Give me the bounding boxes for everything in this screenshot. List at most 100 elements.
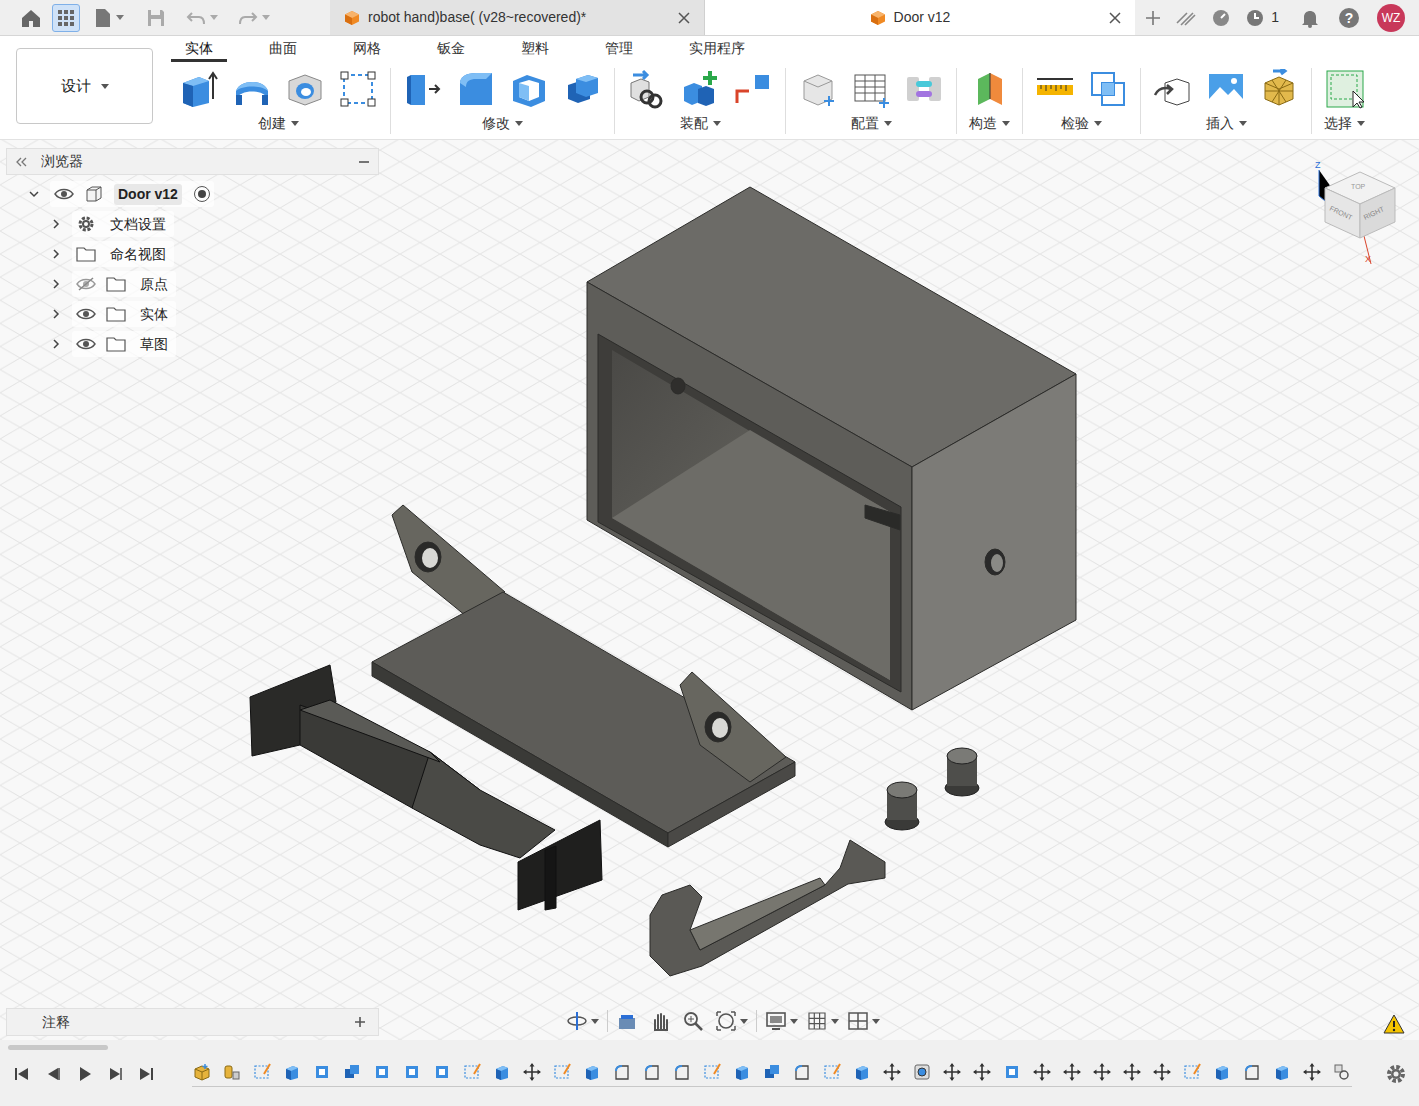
insert-icon[interactable]: [1153, 69, 1193, 109]
timeline-feature[interactable]: [672, 1062, 692, 1082]
ribbon-command[interactable]: [232, 69, 272, 109]
ribbon-command[interactable]: [1035, 69, 1075, 109]
timeline-feature[interactable]: [822, 1062, 842, 1082]
document-tab[interactable]: Door v12: [705, 0, 1135, 35]
fillet-icon[interactable]: [456, 69, 496, 109]
fillet-icon[interactable]: [612, 1062, 632, 1082]
ribbon-command[interactable]: [733, 69, 773, 109]
canvas-icon[interactable]: [1206, 69, 1246, 109]
zoom-icon[interactable]: [682, 1010, 704, 1032]
offline-icon[interactable]: [1175, 9, 1197, 27]
eye-icon[interactable]: [76, 337, 96, 351]
workspace-switcher[interactable]: 设计: [16, 48, 153, 124]
press-pull-icon[interactable]: [403, 69, 443, 109]
warning-icon[interactable]: [1383, 1014, 1405, 1034]
shell-icon[interactable]: [372, 1062, 392, 1082]
hinge-pins[interactable]: [885, 748, 979, 830]
hinge-arm[interactable]: [250, 665, 602, 910]
nav-tool[interactable]: [806, 1010, 839, 1032]
ribbon-command[interactable]: [456, 69, 496, 109]
timeline-feature[interactable]: [642, 1062, 662, 1082]
timeline-feature[interactable]: [1302, 1062, 1322, 1082]
timeline-feature[interactable]: [252, 1062, 272, 1082]
close-icon[interactable]: [1109, 12, 1121, 24]
ribbon-tab[interactable]: 管理: [591, 38, 647, 62]
timeline-feature[interactable]: [282, 1062, 302, 1082]
model-canvas[interactable]: [0, 140, 1419, 1040]
view-cube[interactable]: TOPFRONTRIGHTZX: [1305, 158, 1405, 268]
interference-icon[interactable]: [1088, 69, 1128, 109]
user-avatar[interactable]: WZ: [1377, 4, 1405, 32]
undo-button[interactable]: [186, 10, 218, 26]
viewport[interactable]: TOPFRONTRIGHTZX浏览器Door v12文档设置命名视图原点实体草图…: [0, 140, 1419, 1040]
notes-panel[interactable]: 注释: [6, 1008, 379, 1036]
ribbon-command[interactable]: [403, 69, 443, 109]
timeline-feature[interactable]: [972, 1062, 992, 1082]
ribbon-tab[interactable]: 曲面: [255, 38, 311, 62]
timeline-feature[interactable]: [552, 1062, 572, 1082]
expand-icon[interactable]: [50, 338, 62, 350]
extrude-icon[interactable]: [1272, 1062, 1292, 1082]
viewports-icon[interactable]: [847, 1010, 869, 1032]
new-tab-icon[interactable]: [1145, 10, 1161, 26]
pan-icon[interactable]: [649, 1010, 671, 1032]
expand-icon[interactable]: [50, 248, 62, 260]
ribbon-command[interactable]: [970, 69, 1010, 109]
ribbon-tab[interactable]: 实用程序: [675, 38, 759, 62]
extrude-icon[interactable]: [1212, 1062, 1232, 1082]
nav-tool[interactable]: [649, 1010, 674, 1032]
nav-tool[interactable]: [847, 1010, 880, 1032]
sketch-icon[interactable]: [822, 1062, 842, 1082]
group-menu[interactable]: 创建: [258, 112, 299, 134]
move-icon[interactable]: [1122, 1062, 1142, 1082]
ribbon-tab[interactable]: 塑料: [507, 38, 563, 62]
timeline-feature[interactable]: [612, 1062, 632, 1082]
ribbon-command[interactable]: [627, 69, 667, 109]
timeline-feature[interactable]: [882, 1062, 902, 1082]
timeline-feature[interactable]: [522, 1062, 542, 1082]
component-icon[interactable]: [192, 1062, 212, 1082]
ribbon-command[interactable]: [904, 69, 944, 109]
move-icon[interactable]: [1302, 1062, 1322, 1082]
group-menu[interactable]: 检验: [1061, 112, 1102, 134]
timeline-feature[interactable]: [912, 1062, 932, 1082]
group-menu[interactable]: 装配: [680, 112, 721, 134]
group-menu[interactable]: 插入: [1206, 112, 1247, 134]
browser-item[interactable]: 文档设置: [6, 209, 379, 239]
timeline-feature[interactable]: [732, 1062, 752, 1082]
nav-tool[interactable]: [715, 1010, 748, 1032]
move-icon[interactable]: [1032, 1062, 1052, 1082]
timeline-feature[interactable]: [402, 1062, 422, 1082]
bell-icon[interactable]: [1301, 8, 1319, 28]
play-icon[interactable]: [74, 1064, 94, 1084]
orbit-icon[interactable]: [566, 1010, 588, 1032]
timeline-feature[interactable]: [1152, 1062, 1172, 1082]
sketch-icon[interactable]: [1182, 1062, 1202, 1082]
shell-icon[interactable]: [402, 1062, 422, 1082]
fillet-icon[interactable]: [1242, 1062, 1262, 1082]
prev-icon[interactable]: [43, 1064, 63, 1084]
sketch-icon[interactable]: [338, 69, 378, 109]
timeline-feature[interactable]: [1242, 1062, 1262, 1082]
latch-hook[interactable]: [650, 840, 885, 976]
fit-icon[interactable]: [715, 1010, 737, 1032]
save-icon[interactable]: [146, 8, 166, 28]
measure-icon[interactable]: [1035, 69, 1075, 109]
expand-icon[interactable]: [50, 278, 62, 290]
timeline-feature[interactable]: [492, 1062, 512, 1082]
mesh-icon[interactable]: [1259, 69, 1299, 109]
eye-icon[interactable]: [76, 307, 96, 321]
ribbon-command[interactable]: [285, 69, 325, 109]
ribbon-tab[interactable]: 实体: [171, 38, 227, 62]
joint-icon[interactable]: [627, 69, 667, 109]
extrude-icon[interactable]: [492, 1062, 512, 1082]
fillet-icon[interactable]: [792, 1062, 812, 1082]
view-cube-front[interactable]: FRONT: [1329, 205, 1354, 222]
move-icon[interactable]: [1152, 1062, 1172, 1082]
view-cube-top[interactable]: TOP: [1351, 183, 1366, 190]
move-icon[interactable]: [972, 1062, 992, 1082]
document-tab[interactable]: robot hand)base( (v28~recovered)*: [330, 0, 705, 35]
group-menu[interactable]: 配置: [851, 112, 892, 134]
ribbon-command[interactable]: [562, 69, 602, 109]
move-icon[interactable]: [522, 1062, 542, 1082]
